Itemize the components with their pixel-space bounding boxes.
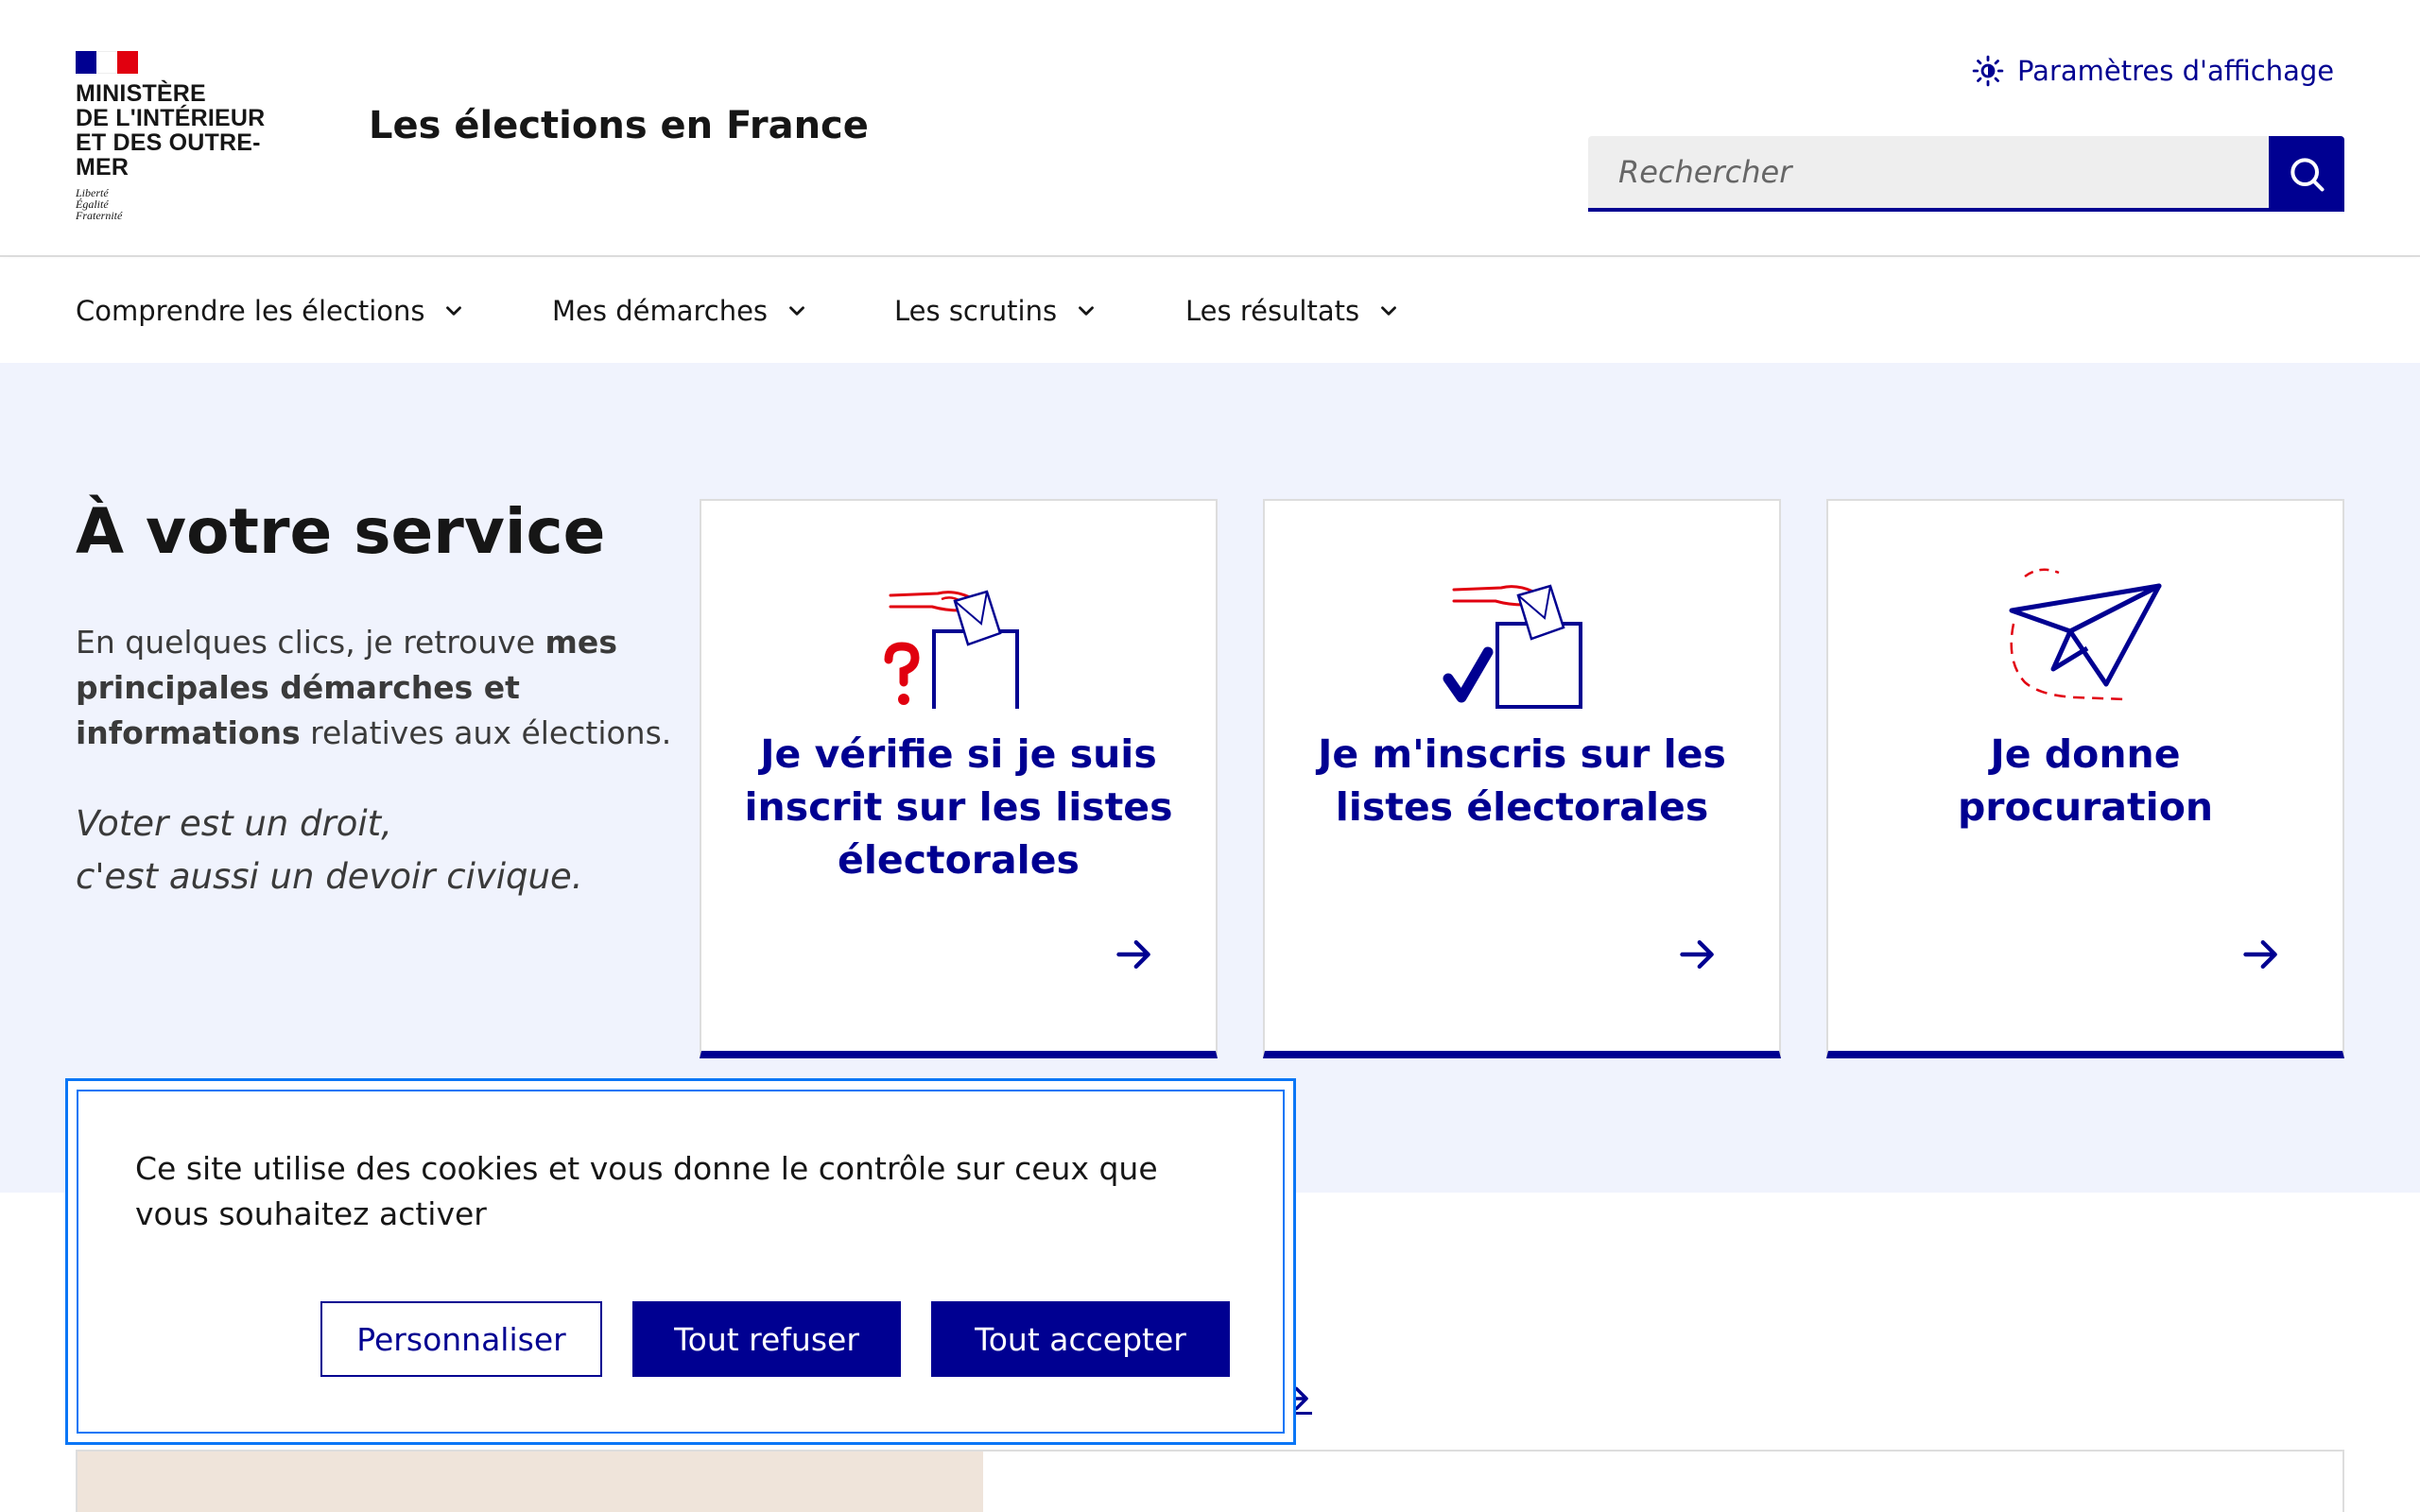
card-title: Je donne procuration <box>1957 731 2214 830</box>
display-settings-button[interactable]: Paramètres d'affichage <box>1972 55 2334 87</box>
personalize-cookies-button[interactable]: Personnaliser <box>320 1301 602 1377</box>
services-quote: Voter est un droit, c'est aussi un devoi… <box>76 798 681 903</box>
nav-item-comprendre[interactable]: Comprendre les élections <box>76 259 466 363</box>
nav-item-demarches[interactable]: Mes démarches <box>552 259 809 363</box>
paper-plane-icon <box>2009 568 2162 701</box>
search-button[interactable] <box>2269 136 2344 212</box>
search-icon <box>2290 158 2325 192</box>
site-header: Ministère de l'Intérieur et des Outre-me… <box>0 0 2420 257</box>
services-title: À votre service <box>76 495 606 568</box>
ministry-line: Ministère <box>76 80 206 107</box>
card-verify-registration[interactable]: Je vérifie si je suis inscrit sur les li… <box>700 499 1218 1058</box>
nav-item-resultats[interactable]: Les résultats <box>1185 259 1401 363</box>
republic-motto: Liberté Égalité Fraternité <box>76 187 302 221</box>
arrow-right-icon <box>1680 939 1714 970</box>
ballot-check-icon <box>1443 584 1582 709</box>
chevron-down-icon <box>1079 306 1095 316</box>
cookie-banner-focus-ring <box>77 1090 1285 1434</box>
ministry-name: Ministère de l'Intérieur et des Outre-me… <box>76 81 302 180</box>
card-register[interactable]: Je m'inscris sur les listes électorales <box>1263 499 1781 1058</box>
search-input[interactable] <box>1588 136 2269 212</box>
site-title[interactable]: Les élections en France <box>369 104 869 147</box>
motto-line: Fraternité <box>76 209 123 222</box>
marianne-flag-icon <box>76 51 138 74</box>
display-settings-label: Paramètres d'affichage <box>2017 55 2335 87</box>
nav-item-label: Comprendre les élections <box>76 295 425 327</box>
chevron-down-icon <box>1381 306 1397 316</box>
motto-line: Liberté <box>76 186 109 199</box>
search-bar <box>1588 136 2344 212</box>
chevron-down-icon <box>446 306 462 316</box>
nav-item-label: Les résultats <box>1185 295 1360 327</box>
nav-item-label: Mes démarches <box>552 295 769 327</box>
ministry-line: de l'Intérieur <box>76 105 266 131</box>
cookie-message: Ce site utilise des cookies et vous donn… <box>135 1150 1158 1232</box>
services-section: À votre service En quelques clics, je re… <box>0 363 2420 1193</box>
main-navigation: Comprendre les élections Mes démarches L… <box>0 259 2420 363</box>
ballot-question-icon <box>884 590 1019 709</box>
card-proxy-vote[interactable]: Je donne procuration <box>1826 499 2344 1058</box>
quote-line: c'est aussi un devoir civique. <box>76 856 583 897</box>
feature-card[interactable] <box>76 1450 2344 1512</box>
ministry-line: et des Outre-mer <box>76 129 261 180</box>
arrow-right-icon <box>2243 939 2277 970</box>
accept-all-cookies-button[interactable]: Tout accepter <box>931 1301 1230 1377</box>
card-title: Je m'inscris sur les listes électorales <box>1318 731 1726 830</box>
chevron-down-icon <box>789 306 804 316</box>
cookie-banner: Ce site utilise des cookies et vous donn… <box>65 1078 1296 1445</box>
refuse-all-cookies-button[interactable]: Tout refuser <box>632 1301 901 1377</box>
ministry-logo[interactable]: Ministère de l'Intérieur et des Outre-me… <box>76 51 302 221</box>
intro-text: relatives aux élections. <box>300 714 672 751</box>
arrow-right-icon <box>1116 939 1150 970</box>
quote-line: Voter est un droit, <box>76 803 392 844</box>
card-title: Je vérifie si je suis inscrit sur les li… <box>744 731 1173 883</box>
services-intro: En quelques clics, je retrouve mes princ… <box>76 620 681 756</box>
theme-icon <box>1972 55 2004 87</box>
feature-image <box>78 1452 983 1512</box>
nav-item-label: Les scrutins <box>894 295 1058 327</box>
nav-item-scrutins[interactable]: Les scrutins <box>894 259 1098 363</box>
intro-text: En quelques clics, je retrouve <box>76 624 545 661</box>
